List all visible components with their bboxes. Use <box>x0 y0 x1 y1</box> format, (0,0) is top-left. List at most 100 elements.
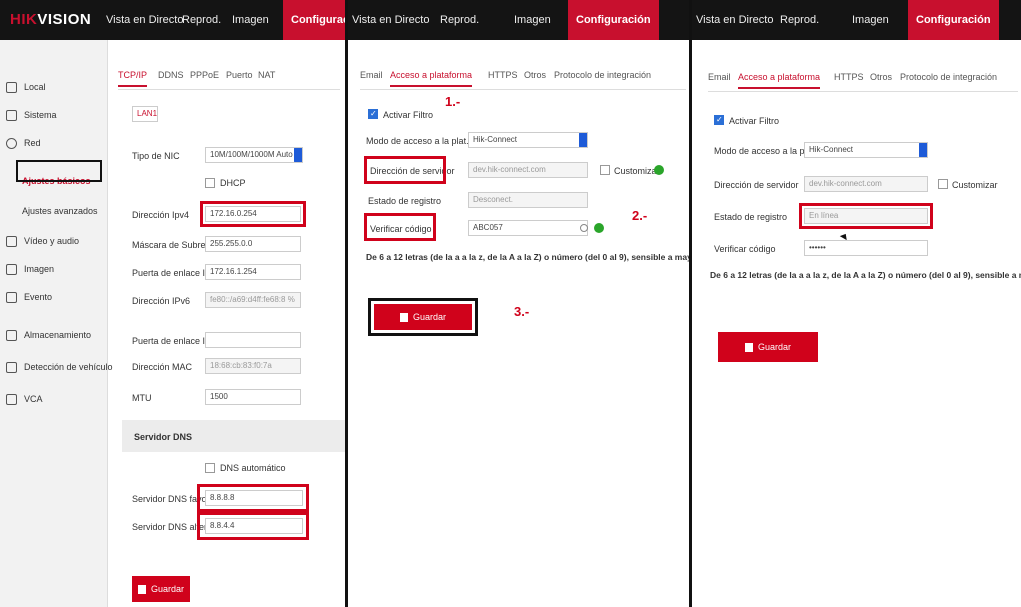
step-1-marker: 1.- <box>445 94 461 109</box>
highlight-dns1 <box>197 484 309 512</box>
sidebar-item-image[interactable]: Imagen <box>6 264 54 276</box>
sidebar-item-storage[interactable]: Almacenamiento <box>6 330 91 342</box>
tab-tcpip[interactable]: TCP/IP <box>118 70 148 87</box>
tab-ddns[interactable]: DDNS <box>158 70 184 80</box>
tab-email[interactable]: Email <box>360 70 383 80</box>
subnet-mask-input[interactable]: 255.255.0.0 <box>205 236 301 252</box>
tab-others[interactable]: Otros <box>870 72 892 82</box>
registration-status-field: Desconect. <box>468 192 588 208</box>
tab-platform-access[interactable]: Acceso a plataforma <box>390 70 473 87</box>
verification-hint: De 6 a 12 letras (de la a a la z, de la … <box>710 270 1021 280</box>
mtu-label: MTU <box>132 393 152 403</box>
tab-divider <box>708 91 1018 92</box>
top-nav-bar: Vista en Directo Reprod. Imagen Configur… <box>692 0 1021 40</box>
nic-type-label: Tipo de NIC <box>132 151 180 161</box>
sidebar-item-vehicle-detection[interactable]: Detección de vehículo <box>6 362 113 374</box>
nav-playback[interactable]: Reprod. <box>182 0 221 40</box>
enable-label: Activar Filtro <box>729 116 780 126</box>
tab-lan1[interactable]: LAN1 <box>132 106 158 122</box>
step-2-marker: 2.- <box>632 208 648 223</box>
tab-others[interactable]: Otros <box>524 70 546 80</box>
ipv6-gateway-input[interactable] <box>205 332 301 348</box>
server-address-input: dev.hik-connect.com <box>468 162 588 178</box>
enable-checkbox[interactable] <box>368 109 378 119</box>
tab-email[interactable]: Email <box>708 72 731 82</box>
nav-playback[interactable]: Reprod. <box>780 0 819 40</box>
sidebar-item-system[interactable]: Sistema <box>6 110 57 122</box>
sidebar-item-local[interactable]: Local <box>6 82 46 94</box>
hikvision-logo: HIKVISION <box>10 11 92 28</box>
nav-live-view[interactable]: Vista en Directo <box>106 0 183 40</box>
auto-dns-checkbox[interactable] <box>205 463 215 473</box>
system-icon <box>6 110 17 122</box>
nav-playback[interactable]: Reprod. <box>440 0 479 40</box>
panel-platform-access-online: Vista en Directo Reprod. Imagen Configur… <box>689 0 1021 607</box>
ipv6-input: fe80::/a69:d4ff:fe68:8 % <box>205 292 301 308</box>
highlight-server-address <box>364 156 446 184</box>
chevron-down-icon <box>579 133 587 147</box>
panel-platform-access-setup: Vista en Directo Reprod. Imagen Configur… <box>345 0 689 607</box>
sidebar-item-network[interactable]: Red <box>6 138 41 150</box>
verification-code-input[interactable]: •••••• <box>804 240 928 256</box>
storage-icon <box>6 330 17 342</box>
vehicle-icon <box>6 362 17 374</box>
tab-port[interactable]: Puerto <box>226 70 253 80</box>
access-mode-select[interactable]: Hik-Connect <box>804 142 928 158</box>
save-button[interactable]: Guardar <box>132 576 190 602</box>
save-button[interactable]: Guardar <box>374 304 472 330</box>
save-button[interactable]: Guardar <box>718 332 818 362</box>
save-icon <box>399 313 408 323</box>
mouse-cursor-icon <box>839 231 850 241</box>
nav-image[interactable]: Imagen <box>514 0 551 40</box>
sidebar-item-vca[interactable]: VCA <box>6 394 43 406</box>
step-3-marker: 3.- <box>514 304 530 319</box>
sidebar-item-advanced-settings[interactable]: Ajustes avanzados <box>22 206 98 216</box>
customize-checkbox[interactable] <box>600 165 610 175</box>
eye-icon[interactable] <box>580 224 588 232</box>
nav-configuration[interactable]: Configuración <box>568 0 659 40</box>
mac-input: 18:68:cb:83:f0:7a <box>205 358 301 374</box>
ipv6-label: Dirección IPv6 <box>132 296 191 306</box>
tab-integration-protocol[interactable]: Protocolo de integración <box>554 70 651 80</box>
nic-type-select[interactable]: 10M/100M/1000M Auto <box>205 147 303 163</box>
verification-code-input[interactable]: ABC057 <box>468 220 588 236</box>
globe-icon <box>6 138 17 150</box>
registration-status-label: Estado de registro <box>714 212 788 222</box>
highlight-verification-code <box>364 213 436 241</box>
tab-platform-access[interactable]: Acceso a plataforma <box>738 72 821 89</box>
highlight-dns2 <box>197 512 309 540</box>
customize-checkbox[interactable] <box>938 179 948 189</box>
tab-https[interactable]: HTTPS <box>488 70 518 80</box>
nav-image[interactable]: Imagen <box>852 0 889 40</box>
nav-configuration[interactable]: Configuración <box>283 0 345 40</box>
video-icon <box>6 236 17 248</box>
tab-pppoe[interactable]: PPPoE <box>190 70 219 80</box>
panel-tcpip: HIKVISION Vista en Directo Reprod. Image… <box>0 0 345 607</box>
verification-hint: De 6 a 12 letras (de la a a la z, de la … <box>366 252 689 262</box>
top-nav-bar: Vista en Directo Reprod. Imagen Configur… <box>348 0 689 40</box>
tab-https[interactable]: HTTPS <box>834 72 864 82</box>
highlight-advanced-settings <box>16 160 102 182</box>
customize-label: Customizar <box>614 166 660 176</box>
sidebar: Local Sistema Red Ajustes básicos Ajuste… <box>0 40 113 607</box>
nav-image[interactable]: Imagen <box>232 0 269 40</box>
ipv4-label: Dirección Ipv4 <box>132 210 190 220</box>
sidebar-item-event[interactable]: Evento <box>6 292 52 304</box>
nav-live-view[interactable]: Vista en Directo <box>352 0 429 40</box>
nav-configuration[interactable]: Configuración <box>908 0 999 40</box>
mtu-input[interactable]: 1500 <box>205 389 301 405</box>
tab-integration-protocol[interactable]: Protocolo de integración <box>900 72 997 82</box>
gateway-input[interactable]: 172.16.1.254 <box>205 264 301 280</box>
chevron-down-icon <box>919 143 927 157</box>
vca-icon <box>6 394 17 406</box>
nav-live-view[interactable]: Vista en Directo <box>696 0 773 40</box>
sidebar-item-video-audio[interactable]: Vídeo y audio <box>6 236 79 248</box>
enable-checkbox[interactable] <box>714 115 724 125</box>
access-mode-select[interactable]: Hik-Connect <box>468 132 588 148</box>
monitor-icon <box>6 82 17 94</box>
chevron-down-icon <box>294 148 302 162</box>
enable-label: Activar Filtro <box>383 110 434 120</box>
tab-nat[interactable]: NAT <box>258 70 275 80</box>
dhcp-checkbox[interactable] <box>205 178 215 188</box>
server-address-input: dev.hik-connect.com <box>804 176 928 192</box>
